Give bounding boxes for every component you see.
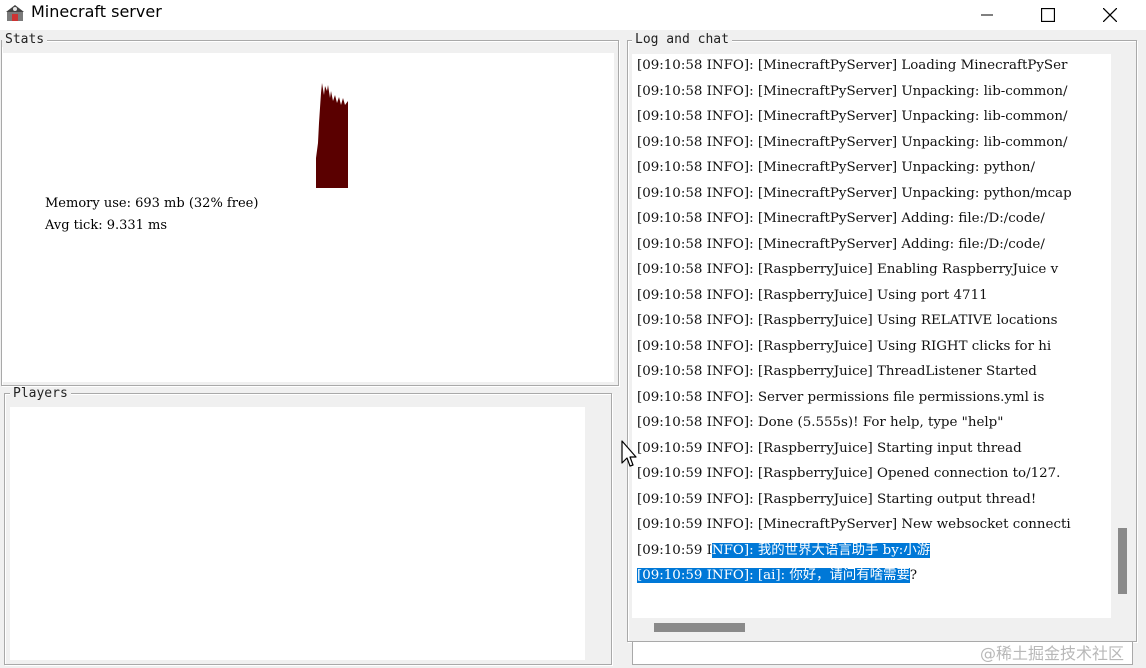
log-line-suffix: ? [909,568,918,583]
stats-area: Memory use: 693 mb (32% free) Avg tick: … [3,53,614,382]
minimize-button[interactable] [957,0,1017,30]
log-line: [09:10:58 INFO]: [RaspberryJuice] Enabli… [637,262,1059,277]
memory-usage-graph [316,83,348,188]
log-legend: Log and chat [632,33,732,47]
log-area[interactable]: [09:10:58 INFO]: [MinecraftPyServer] Loa… [632,54,1111,618]
maximize-button[interactable] [1018,0,1078,30]
log-line: [09:10:58 INFO]: [RaspberryJuice] Using … [637,313,1058,328]
log-horizontal-scrollbar[interactable] [632,618,1111,636]
players-legend: Players [10,387,71,401]
log-line: [09:10:58 INFO]: [MinecraftPyServer] Add… [637,237,1045,252]
watermark: @稀土掘金技术社区 [980,644,1125,663]
log-line: [09:10:59 INFO]: [RaspberryJuice] Starti… [637,441,1022,456]
log-line-selected: [09:10:59 INFO]: 我的世界大语言助手 by:小游 [637,540,931,562]
minimize-icon [981,14,993,16]
stats-legend: Stats [2,33,48,47]
log-line-prefix: [09:10:59 I [637,543,712,558]
vertical-scroll-thumb[interactable] [1118,528,1127,594]
log-line: [09:10:58 INFO]: [MinecraftPyServer] Loa… [637,58,1068,73]
memory-graph-fill [316,83,348,188]
log-line: [09:10:58 INFO]: [MinecraftPyServer] Unp… [637,186,1072,201]
log-line: [09:10:59 INFO]: [RaspberryJuice] Opened… [637,466,1061,481]
close-button[interactable] [1080,0,1140,30]
log-line: [09:10:58 INFO]: Done (5.555s)! For help… [637,415,1004,430]
horizontal-scroll-thumb[interactable] [654,623,745,632]
log-line: [09:10:58 INFO]: [MinecraftPyServer] Unp… [637,135,1068,150]
log-line: [09:10:58 INFO]: [RaspberryJuice] Using … [637,339,1052,354]
log-line: [09:10:58 INFO]: [MinecraftPyServer] Unp… [637,109,1068,124]
log-line: [09:10:59 INFO]: [MinecraftPyServer] New… [637,517,1071,532]
memory-use-text: Memory use: 693 mb (32% free) [45,196,259,211]
log-line: [09:10:59 INFO]: [RaspberryJuice] Starti… [637,492,1037,507]
avg-tick-text: Avg tick: 9.331 ms [45,218,168,233]
log-line: [09:10:58 INFO]: [MinecraftPyServer] Unp… [637,84,1068,99]
title-bar: Minecraft server [0,0,1146,30]
selected-text: [09:10:59 INFO]: [ai]: 你好，请问有啥需要 [637,568,910,583]
minecraft-server-icon [6,5,24,21]
maximize-icon [1041,8,1055,22]
log-line: [09:10:58 INFO]: [MinecraftPyServer] Unp… [637,160,1035,175]
log-line: [09:10:58 INFO]: Server permissions file… [637,390,1045,405]
mouse-cursor-icon [621,440,637,467]
selected-text: NFO]: 我的世界大语言助手 by:小游 [711,543,931,558]
log-line: [09:10:58 INFO]: [RaspberryJuice] Thread… [637,364,1037,379]
log-line: [09:10:58 INFO]: [RaspberryJuice] Using … [637,288,988,303]
players-list[interactable] [10,407,585,660]
window-title: Minecraft server [31,2,162,21]
close-icon [1103,8,1117,22]
log-line-selected: [09:10:59 INFO]: [ai]: 你好，请问有啥需要? [637,565,917,587]
log-line: [09:10:58 INFO]: [MinecraftPyServer] Add… [637,211,1045,226]
log-vertical-scrollbar[interactable] [1111,54,1133,618]
